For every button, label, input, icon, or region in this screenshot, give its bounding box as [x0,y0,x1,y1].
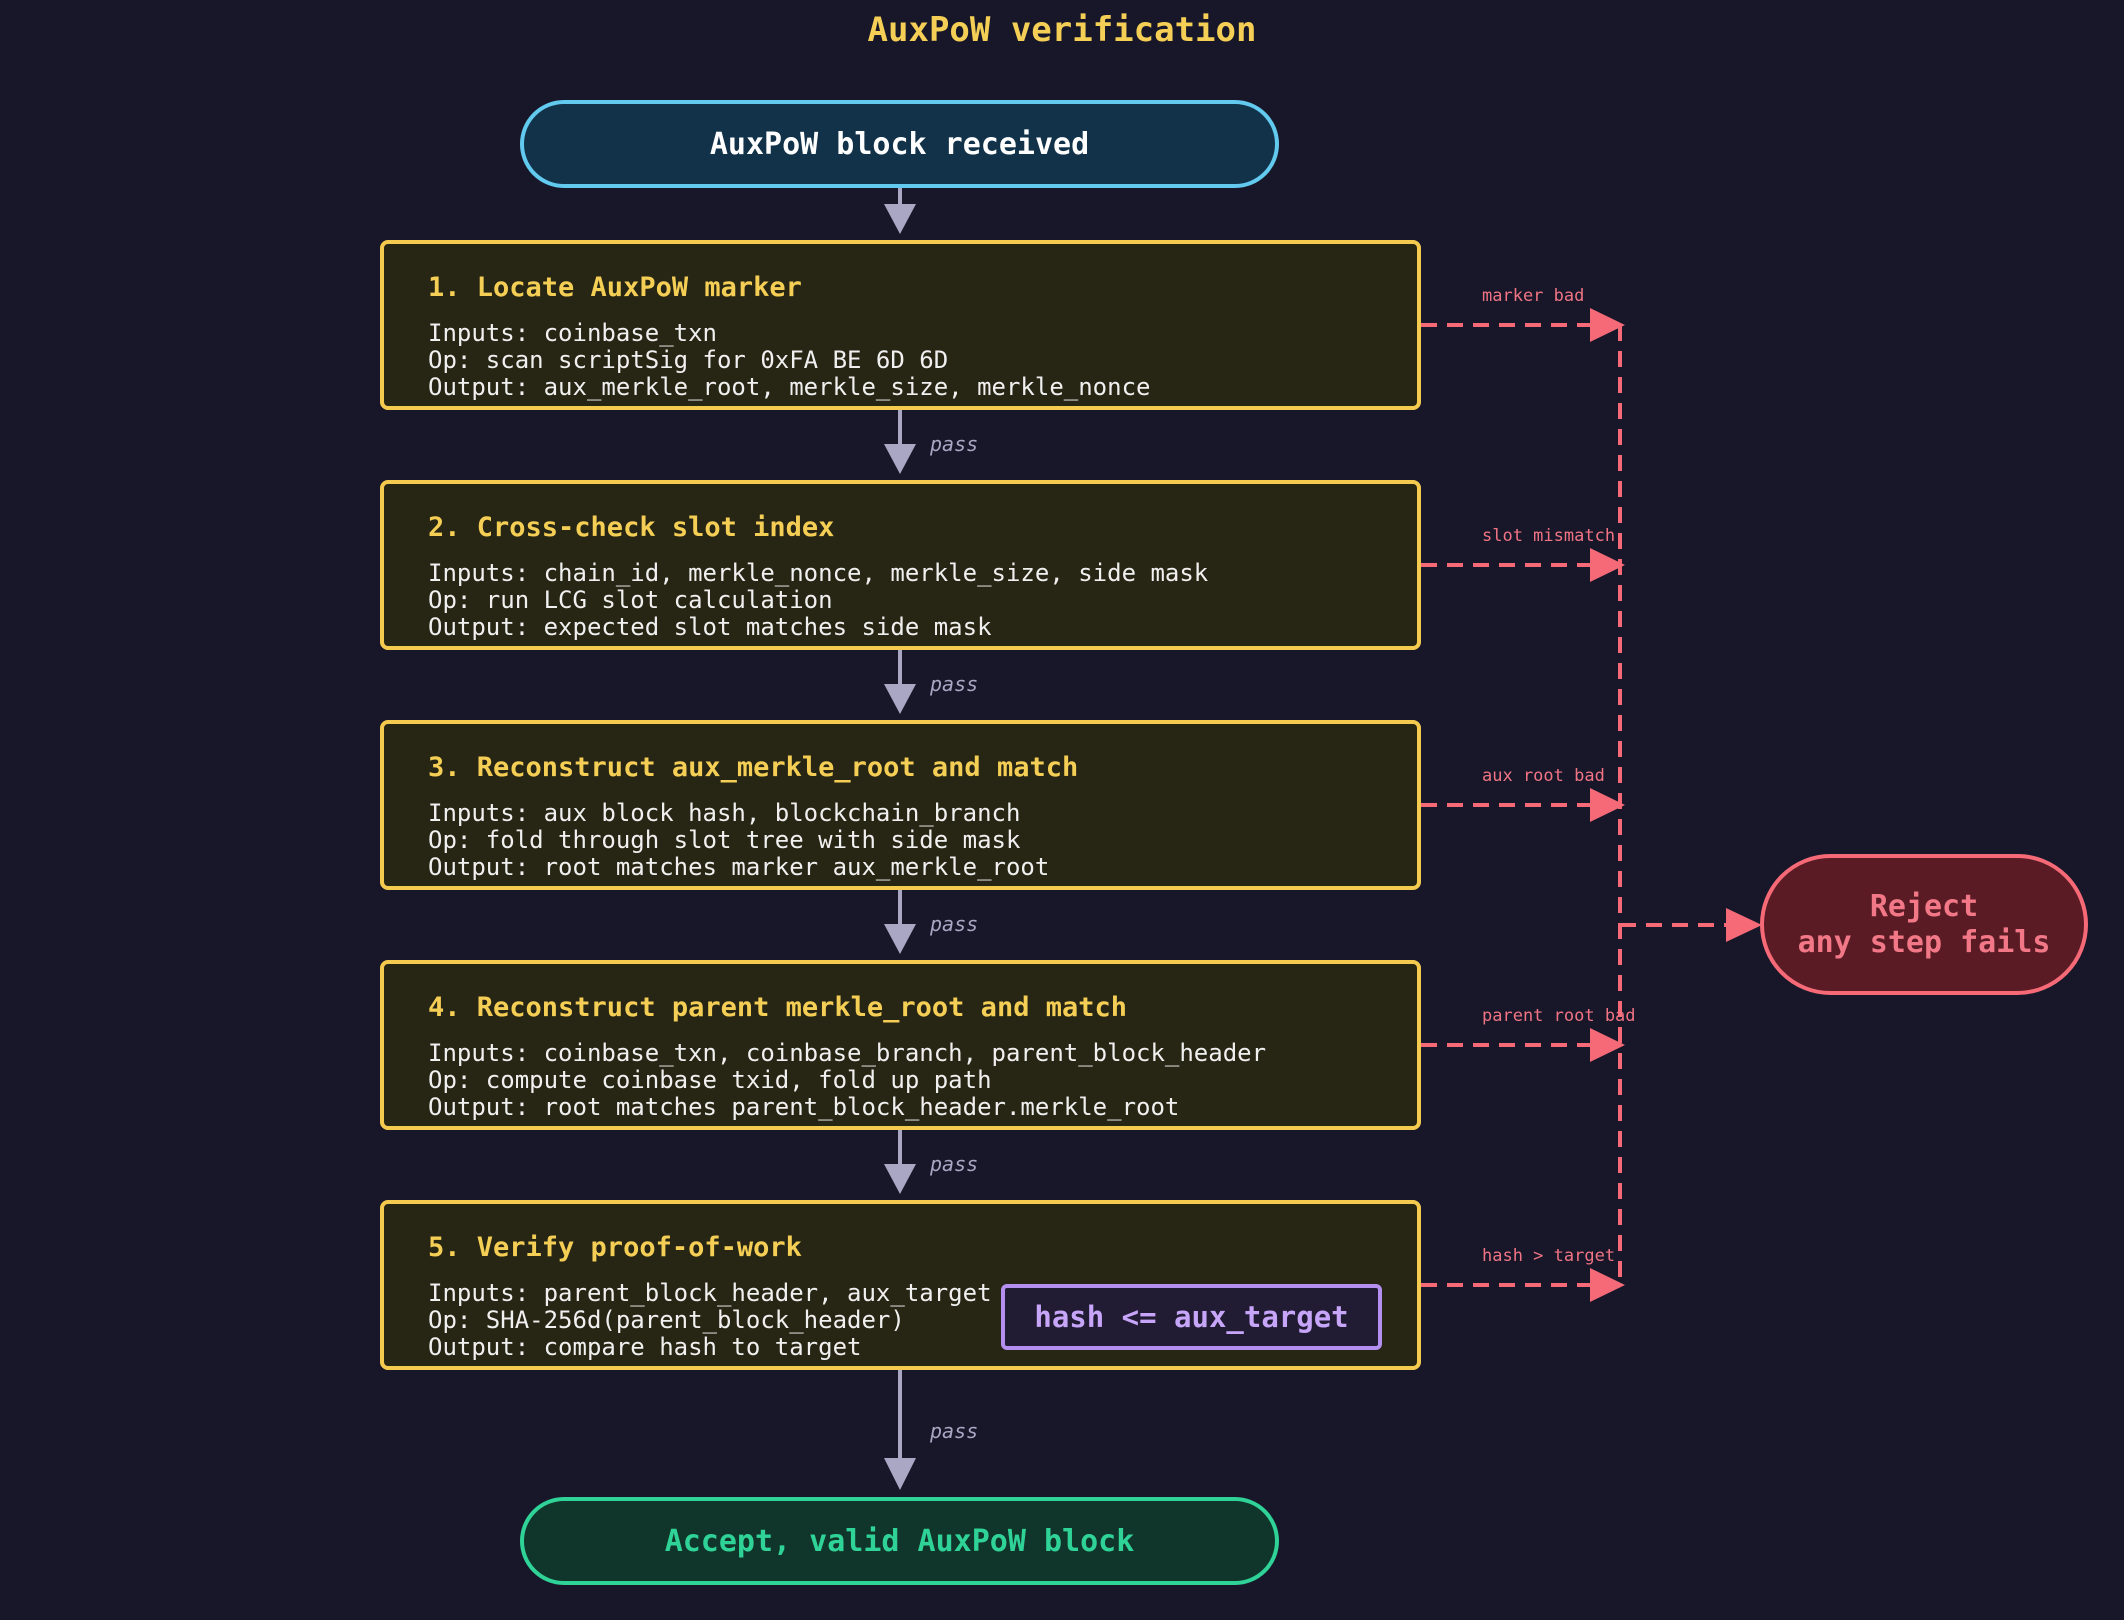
reject-node: Reject any step fails [1760,854,2088,995]
step-1-op: Op: scan scriptSig for 0xFA BE 6D 6D [428,346,949,374]
step-3-op: Op: fold through slot tree with side mas… [428,826,1021,854]
fail-arrowhead-reject [1726,908,1762,942]
fail-label-step4: parent root bad [1482,1006,1636,1026]
arrowhead-step4 [884,924,916,954]
step-2-title: 2. Cross-check slot index [428,512,835,543]
step-4-inputs: Inputs: coinbase_txn, coinbase_branch, p… [428,1039,1267,1067]
step-5-title: 5. Verify proof-of-work [428,1232,802,1263]
start-node: AuxPoW block received [520,100,1279,188]
step-5-condition: hash <= aux_target [1001,1284,1382,1350]
diagram-title: AuxPoW verification [867,10,1257,50]
step-1-inputs: Inputs: coinbase_txn [428,319,717,347]
pass-label-4: pass [930,1152,979,1176]
pass-label-3: pass [930,912,979,936]
step-3-title: 3. Reconstruct aux_merkle_root and match [428,752,1079,783]
step-1-box: 1. Locate AuxPoW marker Inputs: coinbase… [380,240,1421,410]
accept-node: Accept, valid AuxPoW block [520,1497,1279,1585]
step-4-output: Output: root matches parent_block_header… [428,1093,1180,1121]
step-2-op: Op: run LCG slot calculation [428,586,833,614]
arrowhead-step5 [884,1164,916,1194]
step-5-op: Op: SHA-256d(parent_block_header) [428,1306,905,1334]
step-1-title: 1. Locate AuxPoW marker [428,272,802,303]
step-3-box: 3. Reconstruct aux_merkle_root and match… [380,720,1421,890]
step-2-box: 2. Cross-check slot index Inputs: chain_… [380,480,1421,650]
step-5-box: 5. Verify proof-of-work Inputs: parent_b… [380,1200,1421,1370]
step-5-output: Output: compare hash to target [428,1333,862,1361]
pass-label-1: pass [930,432,979,456]
step-4-title: 4. Reconstruct parent merkle_root and ma… [428,992,1127,1023]
pass-label-2: pass [930,672,979,696]
fail-label-step2: slot mismatch [1482,526,1616,546]
pass-label-5: pass [930,1419,979,1443]
fail-label-step5: hash > target [1482,1246,1616,1266]
arrowhead-step2 [884,444,916,474]
reject-node-line2: any step fails [1797,924,2051,960]
fail-arrowhead-step2 [1590,548,1625,582]
step-3-output: Output: root matches marker aux_merkle_r… [428,853,1050,881]
step-3-inputs: Inputs: aux block hash, blockchain_branc… [428,799,1021,827]
step-2-inputs: Inputs: chain_id, merkle_nonce, merkle_s… [428,559,1209,587]
step-5-inputs: Inputs: parent_block_header, aux_target [428,1279,992,1307]
arrowhead-start [884,204,916,234]
arrowhead-accept [884,1458,916,1490]
fail-label-step1: marker bad [1482,286,1585,306]
fail-label-step3: aux root bad [1482,766,1605,786]
arrowhead-step3 [884,684,916,714]
step-2-output: Output: expected slot matches side mask [428,613,992,641]
step-4-op: Op: compute coinbase txid, fold up path [428,1066,992,1094]
step-4-box: 4. Reconstruct parent merkle_root and ma… [380,960,1421,1130]
diagram-canvas: AuxPoW verification AuxPoW block receive… [0,0,2124,1620]
step-1-output: Output: aux_merkle_root, merkle_size, me… [428,373,1151,401]
reject-node-line1: Reject [1869,888,1979,924]
